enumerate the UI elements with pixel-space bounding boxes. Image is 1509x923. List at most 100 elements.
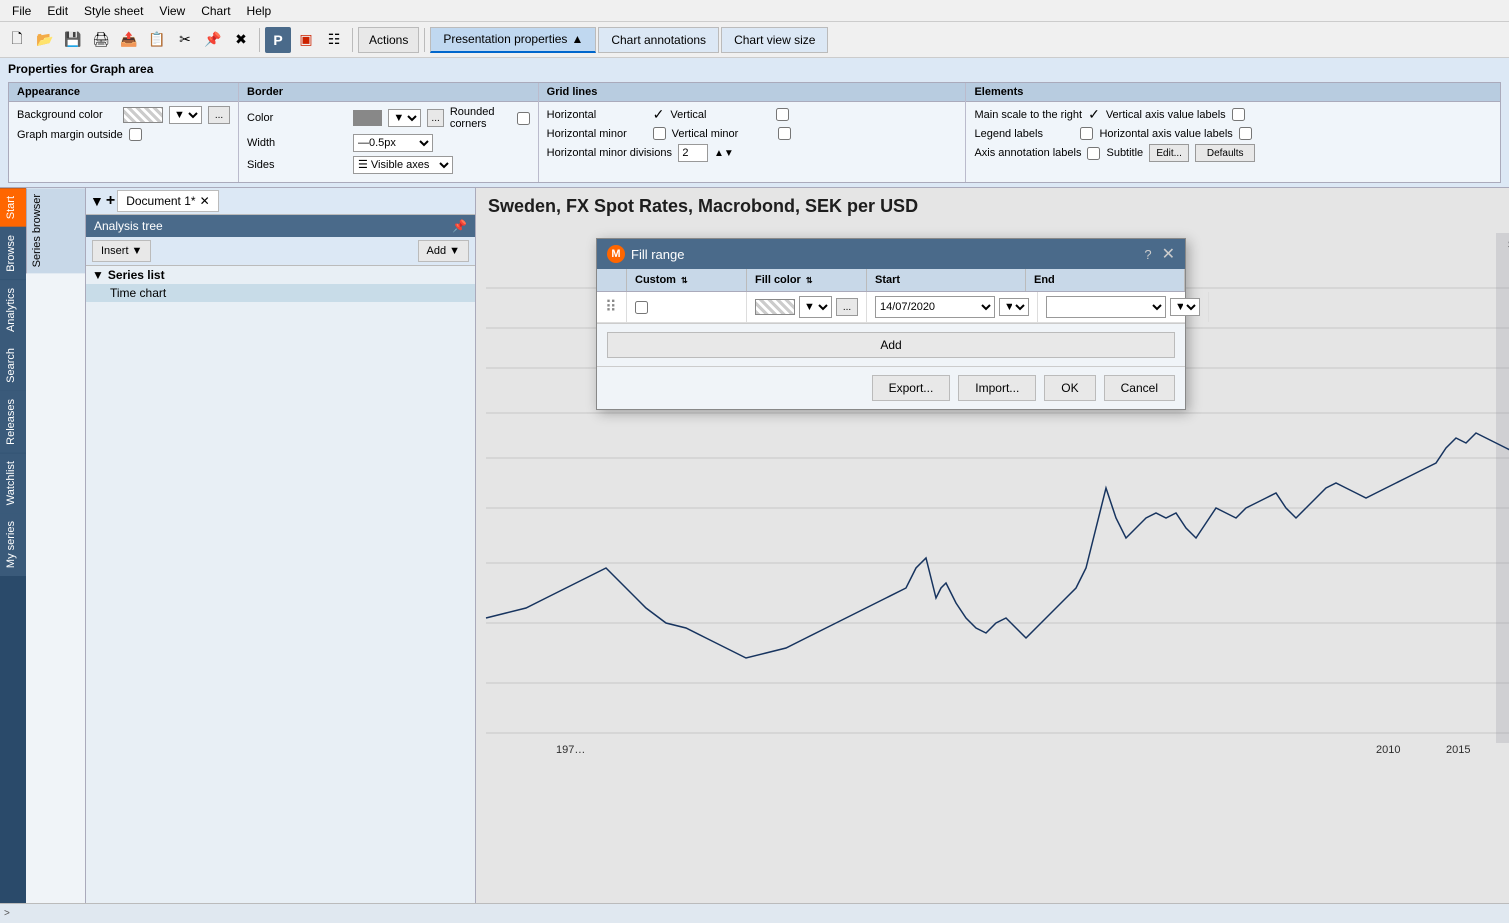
import-btn[interactable]: Import... [958, 375, 1036, 401]
rounded-corners-checkbox[interactable] [517, 112, 530, 125]
save-button[interactable]: 💾 [60, 27, 86, 53]
chart-type-btn[interactable]: ▣ [293, 27, 319, 53]
add-row-btn[interactable]: Add [607, 332, 1175, 358]
sidebar-item-analytics[interactable]: Analytics [0, 280, 26, 340]
menu-help[interactable]: Help [239, 2, 280, 20]
new-tab-btn[interactable]: + [106, 192, 115, 210]
tab-presentation[interactable]: Presentation properties ▲ [430, 27, 596, 53]
up-down-arrow: ▲▼ [714, 148, 734, 159]
sidebar-item-myseries[interactable]: My series [0, 513, 26, 576]
graph-margin-checkbox[interactable] [129, 128, 142, 141]
horiz-axis-labels-label: Horizontal axis value labels [1099, 128, 1232, 140]
end-date-select[interactable] [1046, 296, 1166, 318]
horizontal-check: ✓ [653, 106, 665, 123]
menu-file[interactable]: File [4, 2, 39, 20]
col-end: End [1026, 269, 1185, 291]
add-arrow: ▼ [449, 245, 460, 257]
copy-button[interactable]: 📋 [144, 27, 170, 53]
sidebar-item-browse[interactable]: Browse [0, 227, 26, 280]
cancel-btn[interactable]: Cancel [1104, 375, 1175, 401]
border-color-dots-btn[interactable]: ... [427, 109, 443, 127]
col-fill-color: Fill color ⇅ [747, 269, 867, 291]
sidebar-item-watchlist[interactable]: Watchlist [0, 453, 26, 513]
time-chart-item[interactable]: Time chart [86, 284, 475, 302]
document-tab[interactable]: Document 1* ✕ [117, 190, 218, 212]
toolbar: 🗋 📂 💾 🖨 📤 📋 ✂ 📌 ✖ P ▣ ☷ Actions Presenta… [0, 22, 1509, 58]
axis-annotation-checkbox[interactable] [1087, 147, 1100, 160]
start-type-select[interactable]: ▼ [999, 298, 1029, 316]
horizontal-minor-checkbox[interactable] [653, 127, 666, 140]
horizontal-label: Horizontal [547, 109, 647, 121]
border-sides-select[interactable]: ☰ Visible axes [353, 156, 453, 174]
paste-button[interactable]: 📌 [200, 27, 226, 53]
fill-color-sort-icon[interactable]: ⇅ [806, 276, 813, 285]
analysis-pin-icon[interactable]: 📌 [452, 219, 467, 233]
analysis-toolbar: Insert ▼ Add ▼ [86, 237, 475, 266]
properties-title: Properties for Graph area [8, 62, 1501, 76]
tab-menu-btn[interactable]: ▼ [90, 193, 104, 209]
document-tab-label: Document 1* [126, 194, 195, 208]
cut-button[interactable]: ✂ [172, 27, 198, 53]
fill-color-swatch[interactable] [755, 299, 795, 315]
ok-btn[interactable]: OK [1044, 375, 1095, 401]
fill-color-dots-btn[interactable]: ... [836, 298, 858, 316]
vertical-minor-label: Vertical minor [672, 128, 772, 140]
share-button[interactable]: 📤 [116, 27, 142, 53]
tab-viewsize[interactable]: Chart view size [721, 27, 828, 53]
series-list-label: Series list [108, 268, 165, 282]
border-color-select[interactable]: ▼ [388, 109, 421, 127]
vert-axis-labels-checkbox[interactable] [1232, 108, 1245, 121]
tab-annotations-label: Chart annotations [611, 33, 706, 47]
menu-stylesheet[interactable]: Style sheet [76, 2, 151, 20]
subtitle-edit-btn[interactable]: Edit... [1149, 144, 1189, 162]
custom-checkbox[interactable] [635, 301, 648, 314]
col-drag [597, 269, 627, 291]
menu-view[interactable]: View [151, 2, 193, 20]
legend-labels-checkbox[interactable] [1080, 127, 1093, 140]
horizontal-minor-div-input[interactable] [678, 144, 708, 162]
border-width-select[interactable]: —0.5px [353, 134, 433, 152]
defaults-btn[interactable]: Defaults [1195, 144, 1255, 162]
series-browser-tab[interactable]: Series browser [26, 188, 85, 273]
table-btn[interactable]: ☷ [321, 27, 347, 53]
bg-color-dots-btn[interactable]: ... [208, 106, 230, 124]
toolbar-separator-2 [352, 28, 353, 52]
horiz-axis-labels-checkbox[interactable] [1239, 127, 1252, 140]
insert-btn[interactable]: Insert ▼ [92, 240, 151, 262]
analysis-panel: ▼ + Document 1* ✕ Analysis tree 📌 Insert… [86, 188, 476, 903]
bg-color-select[interactable]: ▼ [169, 106, 202, 124]
menu-chart[interactable]: Chart [193, 2, 238, 20]
drag-cell: ⠿ [597, 292, 627, 322]
drag-handle-icon[interactable]: ⠿ [605, 297, 617, 317]
start-date-select[interactable]: 14/07/2020 [875, 296, 995, 318]
modal-close-btn[interactable]: ✕ [1162, 244, 1175, 264]
elements-body: Main scale to the right ✓ Vertical axis … [966, 102, 1500, 170]
export-btn[interactable]: Export... [872, 375, 951, 401]
menu-edit[interactable]: Edit [39, 2, 76, 20]
print-button[interactable]: 🖨 [88, 27, 114, 53]
bg-color-label: Background color [17, 109, 117, 121]
sidebar-item-search[interactable]: Search [0, 340, 26, 391]
modal-help-icon[interactable]: ? [1144, 247, 1151, 262]
delete-button[interactable]: ✖ [228, 27, 254, 53]
border-color-swatch[interactable] [353, 110, 382, 126]
tab-presentation-arrow: ▲ [571, 32, 583, 46]
series-list-arrow[interactable]: ▼ [92, 268, 104, 282]
sidebar-item-start[interactable]: Start [0, 188, 26, 227]
actions-button[interactable]: Actions [358, 27, 419, 53]
vertical-minor-checkbox[interactable] [778, 127, 791, 140]
custom-cell [627, 292, 747, 322]
open-button[interactable]: 📂 [32, 27, 58, 53]
new-button[interactable]: 🗋 [4, 27, 30, 53]
presentation-icon-btn[interactable]: P [265, 27, 291, 53]
document-tab-close[interactable]: ✕ [200, 194, 210, 208]
tree-content: ▼ Series list Time chart [86, 266, 475, 903]
add-btn[interactable]: Add ▼ [418, 240, 469, 262]
sidebar-item-releases[interactable]: Releases [0, 391, 26, 453]
bg-color-swatch[interactable] [123, 107, 163, 123]
vertical-checkbox[interactable] [776, 108, 789, 121]
tab-annotations[interactable]: Chart annotations [598, 27, 719, 53]
custom-sort-icon[interactable]: ⇅ [681, 276, 688, 285]
fill-color-select[interactable]: ▼ [799, 296, 832, 318]
end-type-select[interactable]: ▼ [1170, 298, 1200, 316]
